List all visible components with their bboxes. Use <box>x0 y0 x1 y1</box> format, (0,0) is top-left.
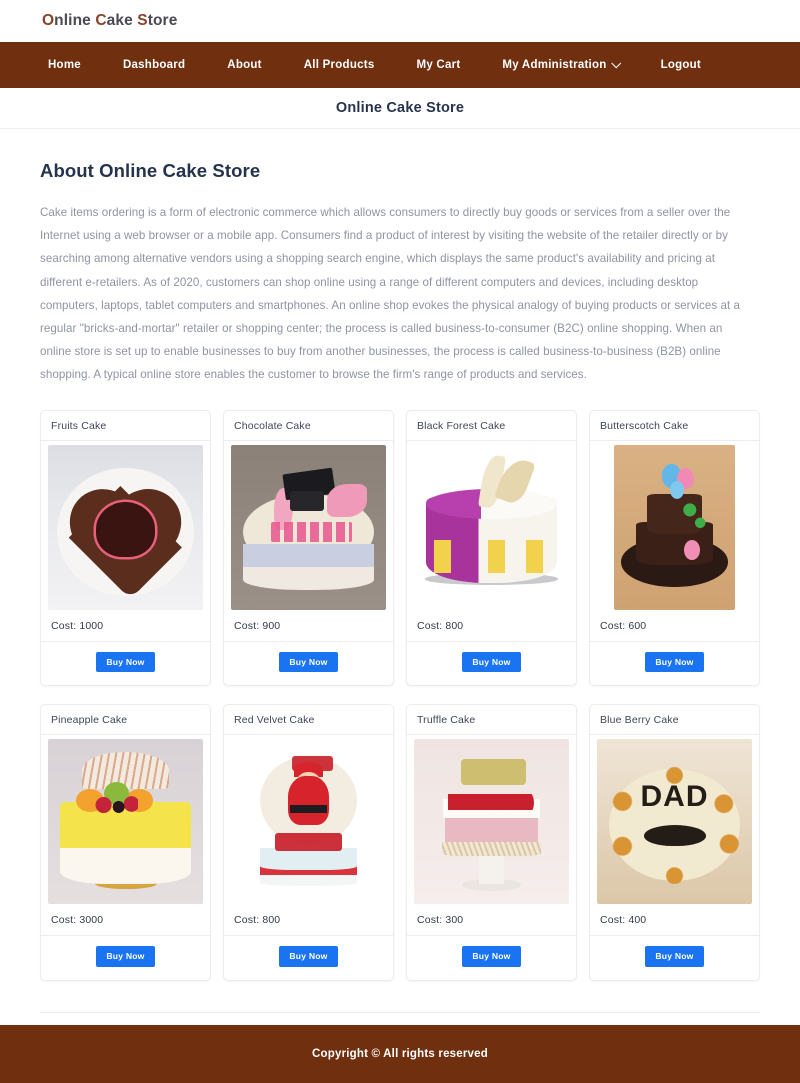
product-card: Butterscotch Cake Cost: 600 Buy Now <box>589 409 760 687</box>
nav-item-label: About <box>227 59 262 71</box>
product-image <box>248 739 369 905</box>
product-image-wrap: DAD <box>590 735 759 905</box>
product-image-wrap <box>224 735 393 905</box>
footer-divider <box>40 1011 760 1013</box>
product-card: Black Forest Cake Cost: 800 Buy Now <box>406 409 577 687</box>
product-card: Chocolate Cake Cost: 900 Buy Now <box>223 409 394 687</box>
product-cost: Cost: 400 <box>590 904 759 937</box>
product-name: Chocolate Cake <box>224 411 393 441</box>
buy-now-button[interactable]: Buy Now <box>462 946 521 967</box>
product-actions: Buy Now <box>41 936 210 980</box>
product-card: Red Velvet Cake Cost: 800 Buy Now <box>223 704 394 981</box>
site-logo[interactable]: Online Cake Store <box>42 12 177 30</box>
product-name: Black Forest Cake <box>407 411 576 441</box>
site-footer: Copyright © All rights reserved <box>0 1024 800 1083</box>
page-title-bar: Online Cake Store <box>0 88 800 129</box>
cake-illustration <box>48 444 203 610</box>
cake-illustration <box>414 444 569 610</box>
product-image-wrap <box>224 441 393 610</box>
cake-illustration <box>614 444 735 610</box>
nav-item-about[interactable]: About <box>227 59 261 71</box>
product-actions: Buy Now <box>407 936 576 980</box>
main-navigation: Home Dashboard About All Products My Cart My … <box>0 42 800 88</box>
product-grid: Fruits Cake Cost: 1000 Buy Now Chocolate Ca… <box>40 409 760 981</box>
product-name: Blue Berry Cake <box>590 705 759 736</box>
product-card: Pineapple Cake Cost: 3000 Buy Now <box>40 704 211 981</box>
product-image-wrap <box>590 441 759 610</box>
nav-item-logout[interactable]: Logout <box>661 59 701 71</box>
product-name: Red Velvet Cake <box>224 705 393 736</box>
nav-item-label: Home <box>48 59 81 71</box>
product-image <box>231 444 386 610</box>
product-image <box>414 444 569 610</box>
nav-item-my-administration[interactable]: My Administration <box>502 57 621 71</box>
copyright-text: Copyright © All rights reserved <box>312 1047 488 1060</box>
nav-item-all-products[interactable]: All Products <box>304 59 375 71</box>
main-content: About Online Cake Store Cake items order… <box>0 129 800 981</box>
nav-item-my-cart[interactable]: My Cart <box>416 59 460 71</box>
nav-item-label: Logout <box>660 59 702 71</box>
product-image <box>48 739 203 905</box>
product-cost: Cost: 300 <box>407 904 576 937</box>
product-cost: Cost: 800 <box>407 610 576 642</box>
buy-now-button[interactable]: Buy Now <box>279 946 338 967</box>
product-cost: Cost: 600 <box>590 610 759 642</box>
page-root: Online Cake Store Home Dashboard About All … <box>0 0 800 1083</box>
product-card: Fruits Cake Cost: 1000 Buy Now <box>40 409 211 687</box>
product-cost: Cost: 3000 <box>41 904 210 937</box>
product-cost: Cost: 900 <box>224 610 393 642</box>
product-card: Blue Berry Cake DAD Cost: 400 Buy Now <box>589 704 760 981</box>
product-actions: Buy Now <box>407 642 576 686</box>
nav-item-label: My Administration <box>502 59 607 71</box>
buy-now-button[interactable]: Buy Now <box>279 651 338 673</box>
buy-now-button[interactable]: Buy Now <box>96 651 155 673</box>
cake-illustration <box>248 739 369 905</box>
product-name: Butterscotch Cake <box>590 411 759 441</box>
cake-illustration: DAD <box>597 739 752 905</box>
product-actions: Buy Now <box>41 642 210 686</box>
product-actions: Buy Now <box>590 936 759 980</box>
nav-item-label: Dashboard <box>122 59 186 71</box>
product-name: Truffle Cake <box>407 705 576 736</box>
product-image <box>614 444 735 610</box>
product-image-wrap <box>407 441 576 610</box>
product-actions: Buy Now <box>224 642 393 686</box>
buy-now-button[interactable]: Buy Now <box>462 651 521 673</box>
nav-item-dashboard[interactable]: Dashboard <box>123 59 185 71</box>
about-heading: About Online Cake Store <box>40 160 261 181</box>
chevron-down-icon <box>610 57 621 68</box>
buy-now-button[interactable]: Buy Now <box>645 651 704 673</box>
product-actions: Buy Now <box>224 936 393 980</box>
product-image-wrap <box>407 735 576 905</box>
nav-item-label: My Cart <box>416 59 461 71</box>
cake-illustration <box>414 739 569 905</box>
product-image <box>414 739 569 905</box>
brand-bar: Online Cake Store <box>0 0 800 42</box>
product-image: DAD <box>597 739 752 905</box>
product-cost: Cost: 1000 <box>41 610 210 642</box>
page-title: Online Cake Store <box>335 100 465 116</box>
cake-illustration <box>48 739 203 905</box>
product-cost: Cost: 800 <box>224 904 393 937</box>
buy-now-button[interactable]: Buy Now <box>96 946 155 967</box>
product-image-wrap <box>41 441 210 610</box>
product-image-wrap <box>41 735 210 905</box>
product-name: Pineapple Cake <box>41 705 210 736</box>
product-actions: Buy Now <box>590 642 759 686</box>
nav-item-home[interactable]: Home <box>48 59 81 71</box>
about-paragraph: Cake items ordering is a form of electro… <box>40 206 741 382</box>
nav-item-label: All Products <box>303 59 375 71</box>
product-name: Fruits Cake <box>41 411 210 441</box>
buy-now-button[interactable]: Buy Now <box>645 946 704 967</box>
cake-illustration <box>231 444 386 610</box>
product-image <box>48 444 203 610</box>
product-card: Truffle Cake Cost: 300 Buy Now <box>406 704 577 981</box>
